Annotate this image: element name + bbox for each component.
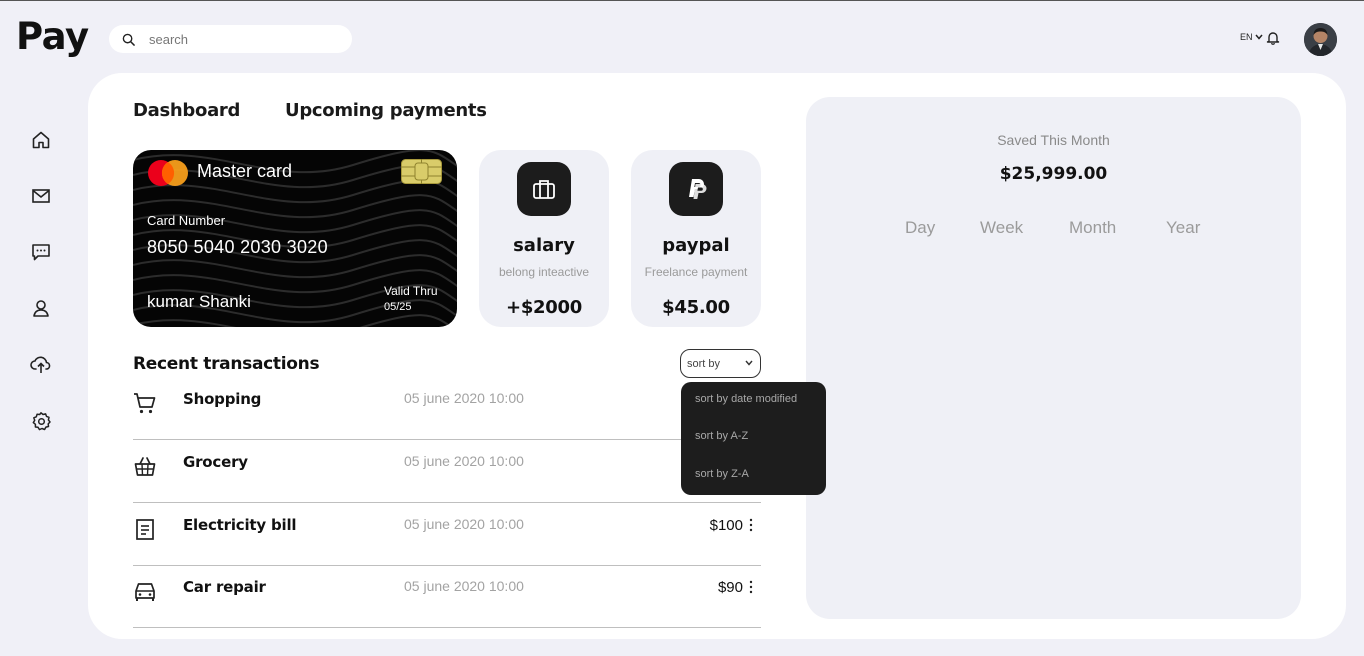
card-valid-date: 05/25 — [384, 301, 412, 313]
savings-label: Saved This Month — [997, 132, 1110, 148]
sidebar-item-home[interactable] — [30, 129, 52, 151]
card-valid-label: Valid Thru — [384, 284, 438, 298]
transaction-row[interactable]: Car repair 05 june 2020 10:00 $90 — [133, 566, 761, 628]
sidebar-item-profile[interactable] — [30, 297, 52, 319]
transaction-name: Electricity bill — [183, 516, 297, 534]
home-icon — [32, 131, 50, 149]
tile-icon-container — [669, 162, 723, 216]
more-vertical-icon[interactable] — [747, 517, 755, 533]
sort-option-date-modified[interactable]: sort by date modified — [695, 393, 797, 405]
sidebar-item-settings[interactable] — [30, 410, 52, 432]
user-icon — [33, 300, 49, 317]
transaction-name: Car repair — [183, 578, 266, 596]
cloud-upload-icon — [30, 356, 51, 373]
paypal-icon — [689, 179, 707, 199]
card-number-label: Card Number — [147, 213, 226, 228]
paypal-tile[interactable]: paypal Freelance payment $45.00 — [631, 150, 761, 327]
transaction-row[interactable]: Grocery 05 june 2020 10:00 — [133, 441, 761, 503]
briefcase-icon — [533, 180, 555, 199]
savings-amount: $25,999.00 — [999, 164, 1108, 184]
transaction-row[interactable]: Shopping 05 june 2020 10:00 — [133, 378, 761, 440]
tile-title: paypal — [662, 235, 730, 256]
period-year[interactable]: Year — [1166, 218, 1200, 238]
app-logo: Pay — [16, 15, 89, 58]
language-selector[interactable]: EN — [1240, 32, 1263, 42]
chip-icon — [401, 159, 442, 184]
mail-icon — [32, 189, 50, 203]
card-number: 8050 5040 2030 3020 — [147, 237, 328, 257]
tile-amount: +$2000 — [506, 297, 582, 318]
tile-title: salary — [513, 235, 575, 256]
transaction-amount: $100 — [709, 517, 743, 534]
avatar[interactable] — [1304, 23, 1337, 56]
recent-transactions-title: Recent transactions — [133, 354, 320, 374]
transaction-date: 05 june 2020 10:00 — [404, 453, 524, 469]
basket-icon — [134, 457, 156, 476]
gear-icon — [32, 412, 51, 431]
tile-amount: $45.00 — [662, 297, 730, 318]
cart-icon — [134, 393, 156, 414]
more-vertical-icon[interactable] — [747, 579, 755, 595]
mastercard-logo-icon — [148, 160, 188, 186]
tab-upcoming-payments[interactable]: Upcoming payments — [285, 100, 487, 121]
tab-dashboard[interactable]: Dashboard — [133, 100, 240, 121]
tile-subtitle: belong inteactive — [498, 265, 590, 279]
period-day[interactable]: Day — [905, 218, 935, 238]
salary-tile[interactable]: salary belong inteactive +$2000 — [479, 150, 609, 327]
transaction-date: 05 june 2020 10:00 — [404, 578, 524, 594]
transaction-name: Grocery — [183, 453, 248, 471]
chevron-down-icon — [1254, 34, 1263, 40]
chevron-down-icon — [745, 360, 753, 366]
transaction-date: 05 june 2020 10:00 — [404, 516, 524, 532]
bill-icon — [136, 519, 154, 540]
transaction-date: 05 june 2020 10:00 — [404, 390, 524, 406]
main-panel: Dashboard Upcoming payments Master card … — [88, 73, 1346, 639]
card-brand: Master card — [197, 161, 293, 181]
sort-dropdown[interactable]: sort by — [680, 349, 761, 378]
search-icon — [122, 33, 135, 46]
sort-option-z-a[interactable]: sort by Z-A — [695, 468, 749, 480]
credit-card[interactable]: Master card Card Number 8050 5040 2030 3… — [133, 150, 457, 327]
sort-menu: sort by date modified sort by A-Z sort b… — [681, 382, 826, 495]
card-holder: kumar Shanki — [147, 292, 251, 311]
sort-option-a-z[interactable]: sort by A-Z — [695, 430, 748, 442]
savings-panel: Saved This Month $25,999.00 Day Week Mon… — [806, 97, 1301, 619]
car-icon — [135, 583, 155, 601]
sidebar-item-messages[interactable] — [30, 241, 52, 263]
transaction-row[interactable]: Electricity bill 05 june 2020 10:00 $100 — [133, 504, 761, 566]
sidebar-item-mail[interactable] — [30, 185, 52, 207]
period-month[interactable]: Month — [1069, 218, 1116, 238]
language-label: EN — [1240, 32, 1253, 42]
sidebar-item-upload[interactable] — [30, 353, 52, 375]
period-week[interactable]: Week — [980, 218, 1023, 238]
tile-icon-container — [517, 162, 571, 216]
tile-subtitle: Freelance payment — [644, 265, 748, 279]
bell-icon[interactable] — [1266, 30, 1280, 45]
search-bar[interactable] — [109, 25, 352, 53]
search-input[interactable] — [149, 31, 329, 47]
transaction-name: Shopping — [183, 390, 262, 408]
sort-label: sort by — [687, 357, 721, 370]
transaction-amount: $90 — [717, 579, 743, 596]
chat-icon — [32, 244, 50, 261]
